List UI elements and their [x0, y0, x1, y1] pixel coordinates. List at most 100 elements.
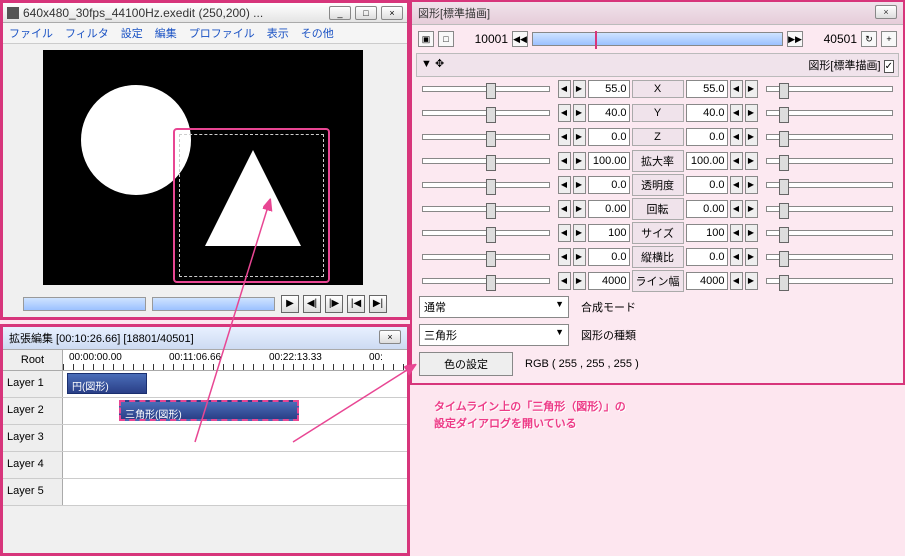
value-left[interactable]: 0.00 — [588, 200, 630, 218]
inc-right-button[interactable]: ▶ — [745, 80, 758, 98]
property-close-button[interactable]: × — [875, 5, 897, 19]
slider-right[interactable] — [766, 278, 894, 284]
clip-triangle[interactable]: 三角形(図形) — [119, 400, 299, 421]
property-label[interactable]: Y — [632, 104, 684, 122]
menu-profile[interactable]: プロファイル — [189, 25, 255, 41]
timeline-close-button[interactable]: × — [379, 330, 401, 344]
value-left[interactable]: 55.0 — [588, 80, 630, 98]
layer-1-track[interactable]: 円(図形) — [63, 371, 407, 397]
inc-right-button[interactable]: ▶ — [745, 152, 758, 170]
dec-left-button[interactable]: ◀ — [558, 128, 571, 146]
property-label[interactable]: 拡大率 — [632, 150, 684, 172]
property-label[interactable]: Z — [632, 128, 684, 146]
property-label[interactable]: 回転 — [632, 198, 684, 220]
property-label[interactable]: ライン幅 — [632, 270, 684, 292]
inc-left-button[interactable]: ▶ — [573, 176, 586, 194]
dec-left-button[interactable]: ◀ — [558, 80, 571, 98]
inc-right-button[interactable]: ▶ — [745, 200, 758, 218]
refresh-icon[interactable]: ↻ — [861, 31, 877, 47]
go-end-button[interactable]: ▶| — [369, 295, 387, 313]
slider-right[interactable] — [766, 230, 894, 236]
clip-circle[interactable]: 円(図形) — [67, 373, 147, 394]
slider-right[interactable] — [766, 206, 894, 212]
value-left[interactable]: 100 — [588, 224, 630, 242]
menu-settings[interactable]: 設定 — [121, 25, 143, 41]
layer-2-label[interactable]: Layer 2 — [3, 398, 63, 424]
frame-slider[interactable] — [532, 32, 783, 46]
value-right[interactable]: 4000 — [686, 272, 728, 290]
property-label[interactable]: サイズ — [632, 222, 684, 244]
dec-right-button[interactable]: ◀ — [730, 272, 743, 290]
layer-5-label[interactable]: Layer 5 — [3, 479, 63, 505]
value-right[interactable]: 55.0 — [686, 80, 728, 98]
inc-right-button[interactable]: ▶ — [745, 128, 758, 146]
inc-left-button[interactable]: ▶ — [573, 200, 586, 218]
layer-3-track[interactable] — [63, 425, 407, 451]
preview-canvas[interactable] — [43, 50, 363, 285]
layer-3-label[interactable]: Layer 3 — [3, 425, 63, 451]
layer-2-track[interactable]: 三角形(図形) — [63, 398, 407, 424]
maximize-button[interactable]: □ — [355, 6, 377, 20]
slider-left[interactable] — [422, 134, 550, 140]
menu-edit[interactable]: 編集 — [155, 25, 177, 41]
value-right[interactable]: 100 — [686, 224, 728, 242]
value-left[interactable]: 0.0 — [588, 128, 630, 146]
triangle-selection[interactable] — [173, 128, 330, 283]
close-button[interactable]: × — [381, 6, 403, 20]
inc-left-button[interactable]: ▶ — [573, 80, 586, 98]
ruler-ticks[interactable]: 00:00:00.00 00:11:06.66 00:22:13.33 00: — [63, 350, 407, 370]
value-left[interactable]: 0.0 — [588, 248, 630, 266]
value-right[interactable]: 100.00 — [686, 152, 728, 170]
slider-left[interactable] — [422, 278, 550, 284]
go-start-button[interactable]: |◀ — [347, 295, 365, 313]
dec-left-button[interactable]: ◀ — [558, 200, 571, 218]
layer-4-track[interactable] — [63, 452, 407, 478]
slider-right[interactable] — [766, 110, 894, 116]
value-right[interactable]: 0.0 — [686, 128, 728, 146]
shape-type-combo[interactable]: 三角形▼ — [419, 324, 569, 346]
menu-file[interactable]: ファイル — [9, 25, 53, 41]
frame-prev-button[interactable]: ◀◀ — [512, 31, 528, 47]
inc-left-button[interactable]: ▶ — [573, 248, 586, 266]
slider-right[interactable] — [766, 254, 894, 260]
menu-filter[interactable]: フィルタ — [65, 25, 109, 41]
inc-left-button[interactable]: ▶ — [573, 272, 586, 290]
inc-left-button[interactable]: ▶ — [573, 104, 586, 122]
inc-right-button[interactable]: ▶ — [745, 176, 758, 194]
dec-left-button[interactable]: ◀ — [558, 152, 571, 170]
dec-right-button[interactable]: ◀ — [730, 128, 743, 146]
value-left[interactable]: 40.0 — [588, 104, 630, 122]
menu-other[interactable]: その他 — [301, 25, 334, 41]
inc-right-button[interactable]: ▶ — [745, 248, 758, 266]
frame-next-button[interactable]: ▶▶ — [787, 31, 803, 47]
value-right[interactable]: 40.0 — [686, 104, 728, 122]
dec-right-button[interactable]: ◀ — [730, 104, 743, 122]
slider-left[interactable] — [422, 230, 550, 236]
slider-left[interactable] — [422, 110, 550, 116]
slider-left[interactable] — [422, 86, 550, 92]
property-label[interactable]: 透明度 — [632, 174, 684, 196]
dec-right-button[interactable]: ◀ — [730, 200, 743, 218]
section-header[interactable]: ▼ ✥ 図形[標準描画] ✓ — [416, 53, 899, 77]
value-right[interactable]: 0.0 — [686, 176, 728, 194]
value-right[interactable]: 0.0 — [686, 248, 728, 266]
slider-right[interactable] — [766, 86, 894, 92]
slider-right[interactable] — [766, 182, 894, 188]
inc-right-button[interactable]: ▶ — [745, 224, 758, 242]
dec-left-button[interactable]: ◀ — [558, 248, 571, 266]
slider-left[interactable] — [422, 254, 550, 260]
dec-left-button[interactable]: ◀ — [558, 272, 571, 290]
step-forward-button[interactable]: |▶ — [325, 295, 343, 313]
minimize-button[interactable]: _ — [329, 6, 351, 20]
slider-left[interactable] — [422, 206, 550, 212]
dec-right-button[interactable]: ◀ — [730, 176, 743, 194]
color-settings-button[interactable]: 色の設定 — [419, 352, 513, 376]
seek-bar-2[interactable] — [152, 297, 275, 311]
layer-4-label[interactable]: Layer 4 — [3, 452, 63, 478]
inc-left-button[interactable]: ▶ — [573, 152, 586, 170]
value-right[interactable]: 0.00 — [686, 200, 728, 218]
seek-bar-1[interactable] — [23, 297, 146, 311]
value-left[interactable]: 100.00 — [588, 152, 630, 170]
dec-left-button[interactable]: ◀ — [558, 104, 571, 122]
root-button[interactable]: Root — [3, 350, 63, 370]
